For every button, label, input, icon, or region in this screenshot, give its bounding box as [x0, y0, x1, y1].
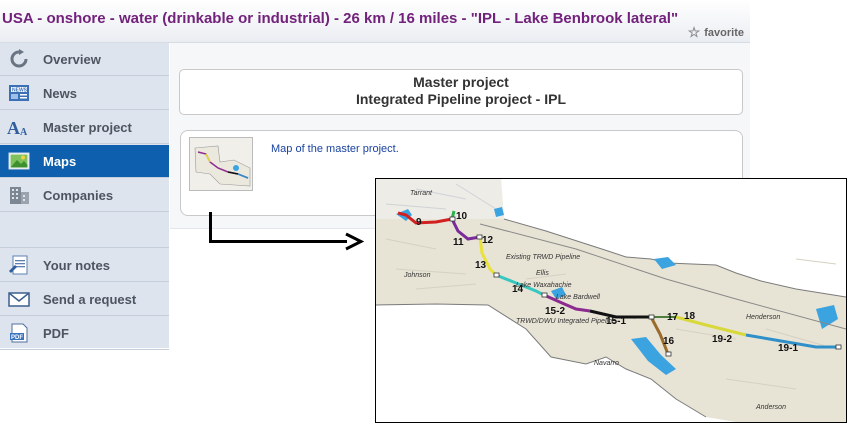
- map-label-johnson: Johnson: [403, 272, 431, 279]
- sidebar-item-label: Your notes: [43, 258, 110, 273]
- segment-label: 19-1: [778, 343, 798, 354]
- font-icon: A A: [7, 118, 28, 137]
- sidebar-item-label: Overview: [43, 52, 101, 67]
- sidebar-item-label: Send a request: [43, 292, 137, 307]
- map-label-existing-pipeline: Existing TRWD Pipeline: [506, 254, 580, 261]
- segment-label: 11: [453, 237, 464, 248]
- svg-text:NEWS: NEWS: [12, 88, 28, 94]
- segment-label: 19-2: [712, 334, 732, 345]
- sidebar: Overview NEWS News A A Master project Ma…: [0, 43, 169, 350]
- master-project-name: Integrated Pipeline project - IPL: [355, 91, 567, 107]
- favorite-button[interactable]: ☆ favorite: [688, 24, 744, 41]
- page-header: USA - onshore - water (drinkable or indu…: [0, 0, 750, 43]
- connector-line-vertical: [209, 212, 212, 242]
- notes-icon: [9, 255, 28, 275]
- pdf-icon: PDF: [10, 323, 28, 343]
- map-label-anderson: Anderson: [755, 404, 786, 411]
- segment-label: 15-2: [545, 306, 565, 317]
- envelope-icon: [8, 292, 30, 307]
- pipeline-map: Tarrant Johnson Ellis Navarro Henderson …: [375, 178, 847, 423]
- segment-label: 16: [663, 336, 675, 347]
- segment-label: 10: [456, 211, 468, 222]
- map-label-lake-waxahachie: Lake Waxahachie: [516, 282, 572, 289]
- sidebar-item-your-notes[interactable]: Your notes: [0, 249, 169, 282]
- sidebar-spacer: [0, 215, 169, 248]
- sidebar-item-master-project[interactable]: A A Master project: [0, 111, 169, 144]
- sidebar-item-news[interactable]: NEWS News: [0, 77, 169, 110]
- map-icon: [8, 152, 30, 170]
- segment-label: 12: [482, 235, 494, 246]
- segment-label: 17: [667, 312, 679, 323]
- pipeline-map-graphic: Tarrant Johnson Ellis Navarro Henderson …: [376, 179, 846, 422]
- sidebar-item-companies[interactable]: Companies: [0, 179, 169, 212]
- svg-text:A: A: [20, 127, 28, 137]
- sidebar-item-label: Maps: [43, 154, 77, 169]
- map-label-ellis: Ellis: [536, 270, 549, 277]
- page-title: USA - onshore - water (drinkable or indu…: [2, 10, 679, 27]
- map-label-trwd-pipeline: TRWD/DWU Integrated Pipeline: [516, 318, 616, 325]
- map-label-henderson: Henderson: [746, 314, 780, 321]
- refresh-icon: [10, 49, 28, 68]
- star-icon: ☆: [687, 24, 701, 40]
- master-project-box: Master project Integrated Pipeline proje…: [179, 69, 743, 115]
- sidebar-item-label: PDF: [43, 326, 69, 341]
- favorite-label: favorite: [704, 27, 744, 39]
- building-icon: [10, 187, 29, 204]
- segment-label: 18: [684, 311, 696, 322]
- sidebar-item-maps[interactable]: Maps: [0, 145, 169, 178]
- sidebar-item-label: Master project: [43, 120, 132, 135]
- news-icon: NEWS: [9, 85, 29, 101]
- sidebar-item-pdf[interactable]: PDF PDF: [0, 317, 169, 350]
- svg-text:PDF: PDF: [11, 335, 23, 341]
- segment-label: 9: [416, 217, 422, 228]
- svg-text:A: A: [7, 118, 20, 137]
- segment-label: 14: [512, 284, 524, 295]
- segment-label: 15-1: [606, 316, 626, 327]
- master-project-label: Master project: [413, 74, 509, 90]
- segment-label: 13: [475, 260, 487, 271]
- connector-line-horizontal: [209, 240, 347, 243]
- map-label-tarrant: Tarrant: [410, 190, 433, 197]
- map-thumbnail[interactable]: [189, 137, 253, 191]
- map-link[interactable]: Map of the master project.: [271, 143, 399, 155]
- sidebar-item-label: News: [43, 86, 77, 101]
- sidebar-item-overview[interactable]: Overview: [0, 43, 169, 76]
- sidebar-item-send-request[interactable]: Send a request: [0, 283, 169, 316]
- arrow-head-icon: [345, 232, 364, 251]
- sidebar-item-label: Companies: [43, 188, 114, 203]
- map-label-navarro: Navarro: [594, 360, 619, 367]
- map-label-lake-bardwell: Lake Bardwell: [556, 294, 600, 301]
